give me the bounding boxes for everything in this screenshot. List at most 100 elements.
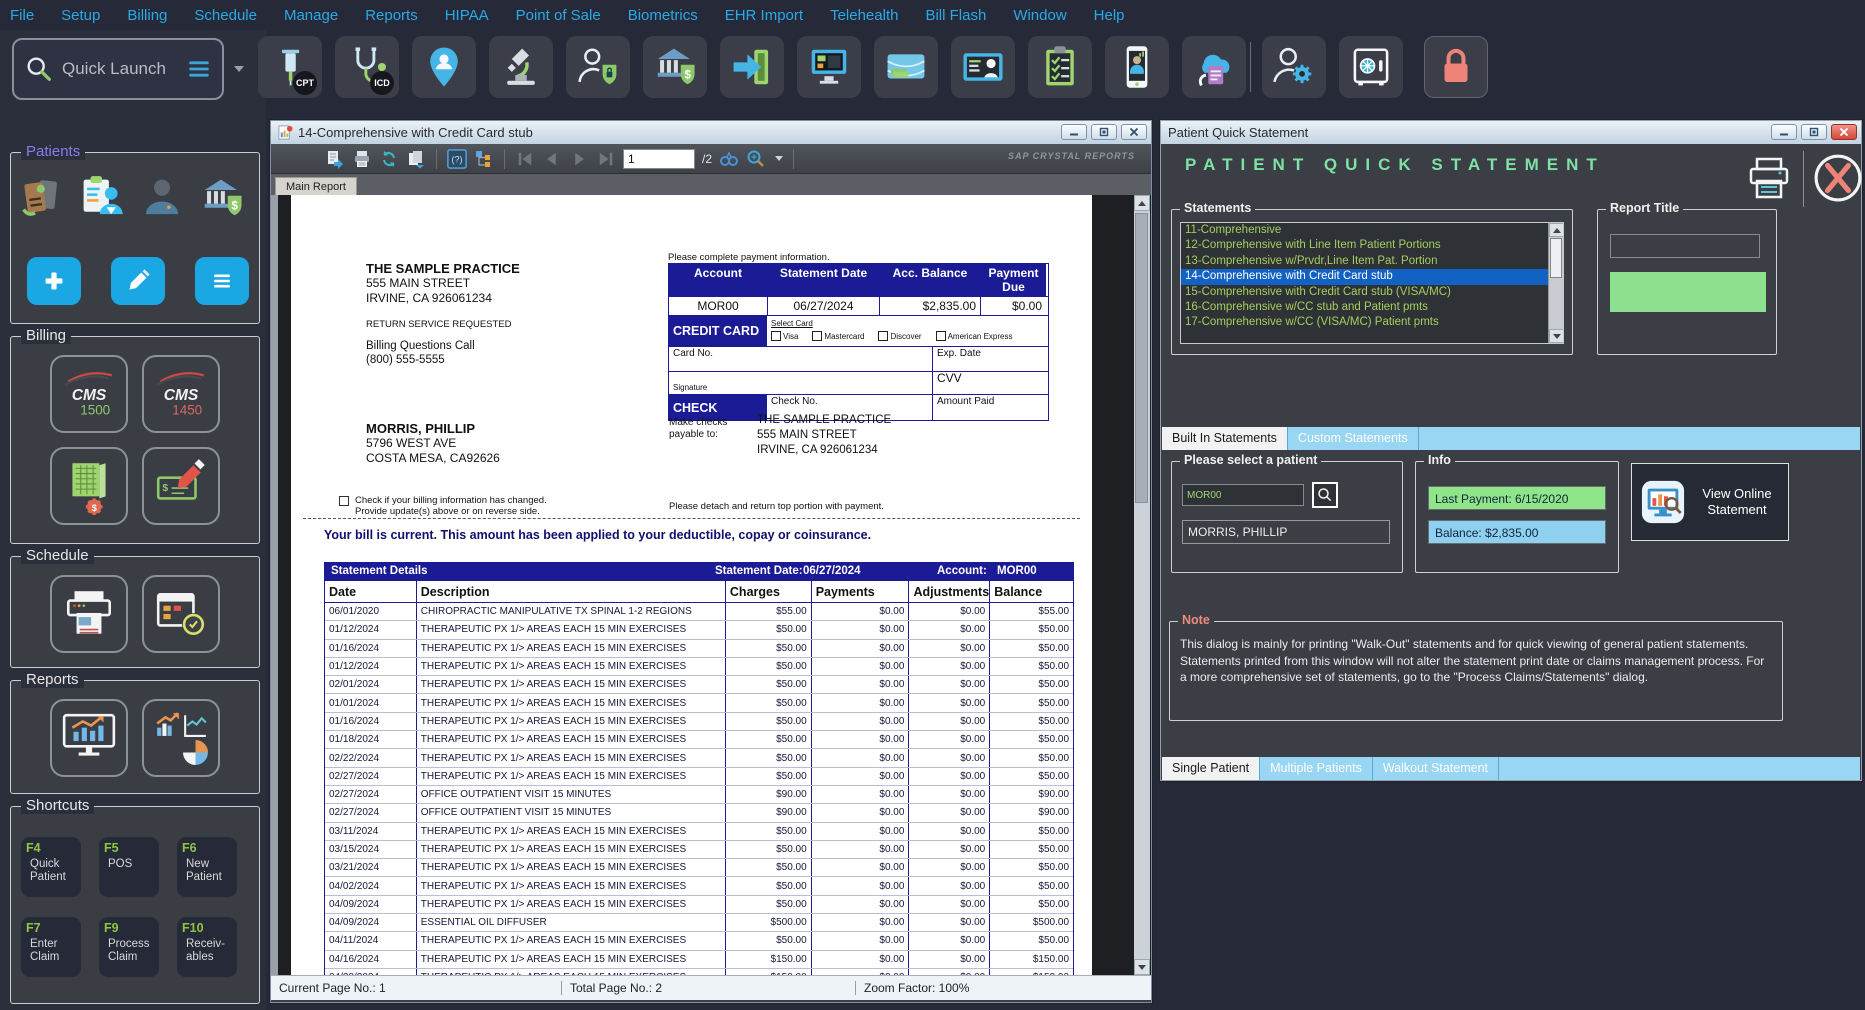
toolbar-button[interactable]: CPT [258, 36, 322, 98]
statement-list-item[interactable]: 11-Comprehensive [1181, 223, 1563, 238]
toolbar-button[interactable] [1105, 36, 1169, 98]
statement-list-item[interactable]: 13-Comprehensive w/Prvdr,Line Item Pat. … [1181, 254, 1563, 269]
menu-item[interactable]: HIPAA [445, 7, 489, 24]
scroll-down-button[interactable] [1134, 959, 1150, 975]
view-online-statement-button[interactable]: View Online Statement [1631, 463, 1789, 541]
scroll-up-button[interactable] [1549, 223, 1564, 237]
toolbar-button[interactable]: $ [643, 36, 707, 98]
billing-change-checkbox[interactable] [339, 496, 349, 506]
print-statement-icon[interactable] [1745, 155, 1793, 203]
menu-item[interactable]: Schedule [194, 7, 257, 24]
shortcut-button[interactable]: F6 New Patient [177, 837, 237, 897]
last-page-icon[interactable] [596, 149, 616, 169]
menu-item[interactable]: Help [1094, 7, 1125, 24]
search-text-icon[interactable] [719, 149, 739, 169]
export-report-icon[interactable] [325, 149, 345, 169]
card-checkbox[interactable] [812, 331, 822, 341]
menu-item[interactable]: Reports [365, 7, 418, 24]
patient-action-button[interactable] [111, 257, 165, 305]
toolbar-button[interactable] [1339, 36, 1403, 98]
reports-button[interactable] [142, 699, 220, 777]
menu-item[interactable]: Manage [284, 7, 338, 24]
restore-button[interactable] [1801, 124, 1827, 140]
first-page-icon[interactable] [515, 149, 535, 169]
billing-button[interactable]: CMS1500 [50, 355, 128, 433]
quick-launch[interactable]: Quick Launch [12, 38, 224, 100]
patient-cards-icon[interactable] [19, 175, 65, 221]
toolbar-button[interactable] [874, 36, 938, 98]
restore-button[interactable] [1091, 124, 1117, 140]
next-page-icon[interactable] [569, 149, 589, 169]
scroll-up-button[interactable] [1134, 195, 1150, 211]
schedule-button[interactable] [50, 575, 128, 653]
group-tree-icon[interactable] [474, 149, 494, 169]
close-button[interactable] [1121, 124, 1147, 140]
copy-report-icon[interactable] [406, 149, 426, 169]
tab[interactable]: Single Patient [1162, 757, 1260, 780]
scrollbar-thumb[interactable] [1135, 213, 1148, 503]
statements-list[interactable]: 11-Comprehensive12-Comprehensive with Li… [1180, 222, 1564, 344]
patient-bank-icon[interactable]: $ [199, 175, 245, 221]
menu-item[interactable]: Biometrics [628, 7, 698, 24]
toolbar-button[interactable] [951, 36, 1015, 98]
toggle-group-tree-icon[interactable]: (?) [447, 149, 467, 169]
schedule-button[interactable] [142, 575, 220, 653]
report-title-highlight-box[interactable] [1610, 272, 1766, 312]
menu-item[interactable]: Window [1013, 7, 1066, 24]
patient-action-button[interactable] [27, 257, 81, 305]
minimize-button[interactable] [1771, 124, 1797, 140]
shortcut-button[interactable]: F5 POS [99, 837, 159, 897]
shortcut-button[interactable]: F10 Receiv-ables [177, 917, 237, 977]
patient-clipboard-icon[interactable] [79, 175, 125, 221]
quick-launch-caret[interactable] [234, 66, 244, 72]
print-report-icon[interactable] [352, 149, 372, 169]
toolbar-button[interactable] [1262, 36, 1326, 98]
menu-item[interactable]: File [10, 7, 34, 24]
toolbar-button[interactable] [720, 36, 784, 98]
toolbar-button[interactable] [412, 36, 476, 98]
report-title-input[interactable] [1610, 234, 1760, 258]
toolbar-button[interactable] [797, 36, 861, 98]
patient-search-button[interactable] [1312, 482, 1338, 508]
close-dialog-icon[interactable] [1813, 153, 1863, 203]
toolbar-button[interactable] [1182, 36, 1246, 98]
menu-item[interactable]: Telehealth [830, 7, 898, 24]
card-checkbox[interactable] [936, 331, 946, 341]
tab[interactable]: Walkout Statement [1373, 757, 1499, 780]
toolbar-button[interactable] [566, 36, 630, 98]
minimize-button[interactable] [1061, 124, 1087, 140]
refresh-icon[interactable] [379, 149, 399, 169]
tab[interactable]: Multiple Patients [1260, 757, 1373, 780]
report-window-titlebar[interactable]: 14-Comprehensive with Credit Card stub [271, 121, 1151, 144]
shortcut-button[interactable]: F7 Enter Claim [21, 917, 81, 977]
close-button[interactable] [1831, 124, 1857, 140]
tab-main-report[interactable]: Main Report [275, 177, 357, 195]
card-checkbox[interactable] [878, 331, 888, 341]
viewer-scrollbar[interactable] [1134, 195, 1150, 975]
shortcut-button[interactable]: F9 Process Claim [99, 917, 159, 977]
statement-list-item[interactable]: 15-Comprehensive with Credit Card stub (… [1181, 285, 1563, 300]
zoom-dropdown-caret[interactable] [775, 156, 783, 161]
patient-action-button[interactable] [195, 257, 249, 305]
card-checkbox[interactable] [771, 331, 781, 341]
statement-list-item[interactable]: 17-Comprehensive w/CC (VISA/MC) Patient … [1181, 315, 1563, 330]
page-number-input[interactable] [623, 149, 695, 169]
menu-item[interactable]: Point of Sale [516, 7, 601, 24]
billing-button[interactable]: $ [50, 447, 128, 525]
patient-code-input[interactable] [1182, 484, 1304, 506]
toolbar-button[interactable]: ICD [335, 36, 399, 98]
toolbar-button[interactable] [489, 36, 553, 98]
menu-item[interactable]: Bill Flash [925, 7, 986, 24]
pqs-titlebar[interactable]: Patient Quick Statement [1161, 121, 1861, 144]
reports-button[interactable] [50, 699, 128, 777]
menu-item[interactable]: Billing [127, 7, 167, 24]
billing-button[interactable]: CMS1450 [142, 355, 220, 433]
tab[interactable]: Custom Statements [1288, 427, 1419, 450]
statement-list-item[interactable]: 16-Comprehensive w/CC stub and Patient p… [1181, 300, 1563, 315]
toolbar-button[interactable] [1028, 36, 1092, 98]
scroll-down-button[interactable] [1549, 329, 1564, 343]
zoom-icon[interactable] [746, 149, 766, 169]
statement-list-item[interactable]: 12-Comprehensive with Line Item Patient … [1181, 238, 1563, 253]
statements-scrollbar[interactable] [1548, 223, 1563, 343]
patient-person-icon[interactable] [139, 175, 185, 221]
